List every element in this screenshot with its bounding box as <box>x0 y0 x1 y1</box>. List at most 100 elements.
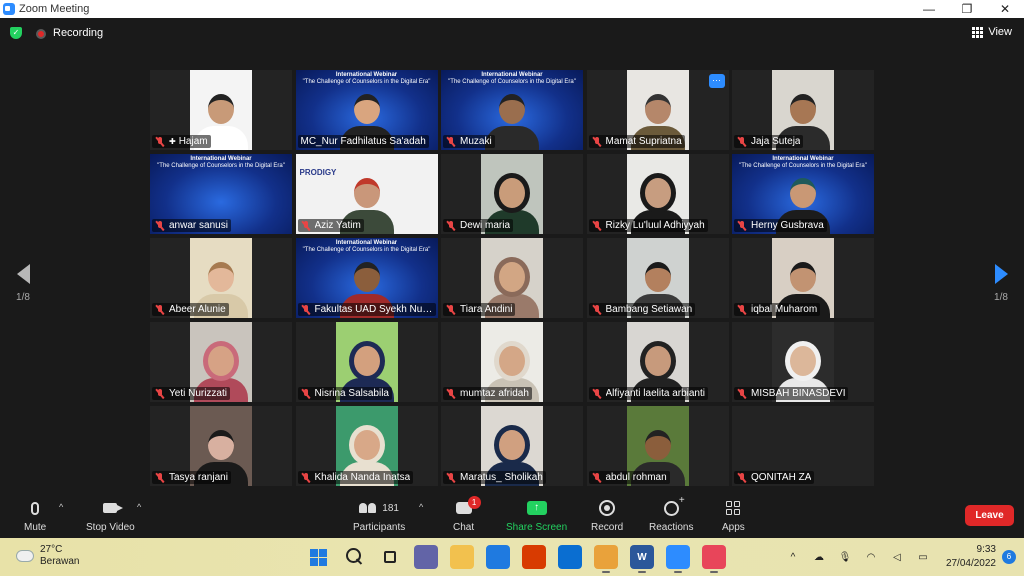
apps-grid-icon <box>726 501 741 515</box>
cloud-sync-icon[interactable]: ☁ <box>812 550 826 564</box>
system-tray: ^ ☁ 🎙 ◠ ◁ ▭ 9:33 27/04/2022 6 <box>780 538 1024 576</box>
microphone-muted-icon <box>592 220 602 231</box>
participant-tile[interactable]: QONITAH ZA <box>732 406 874 486</box>
participant-face <box>499 430 525 460</box>
participant-tile[interactable]: PRODIGY Aziz Yatim <box>295 154 438 234</box>
audio-options-chevron-icon[interactable]: ^ <box>59 502 63 512</box>
zoom-app[interactable] <box>666 545 690 573</box>
participant-name: MC_Nur Fadhilatus Sa'adah <box>300 136 426 147</box>
participant-tile[interactable]: Khalida Nanda Inatsa <box>295 406 438 486</box>
minimize-button[interactable]: — <box>910 0 948 18</box>
page-indicator-left: 1/8 <box>16 292 30 303</box>
chrome-app[interactable] <box>594 545 618 573</box>
webinar-subtitle: "The Challenge of Counselors in the Digi… <box>302 79 431 85</box>
security-app[interactable] <box>558 545 582 569</box>
participant-tile[interactable]: Nisrina Salsabila <box>295 322 438 402</box>
video-options-chevron-icon[interactable]: ^ <box>137 502 141 512</box>
chat-label: Chat <box>453 522 475 533</box>
microphone-muted-icon <box>737 304 747 315</box>
microphone-muted-icon <box>446 388 456 399</box>
participant-face <box>208 94 234 124</box>
snipping-tool[interactable] <box>702 545 726 573</box>
weather-widget[interactable]: 27°C Berawan <box>16 544 79 568</box>
participant-tile[interactable]: Maratus_ Sholikah <box>441 406 583 486</box>
participant-name: anwar sanusi <box>169 220 228 231</box>
maximize-button[interactable]: ❐ <box>948 0 986 18</box>
grid-icon <box>972 26 984 38</box>
participants-count: 181 <box>382 502 399 514</box>
participant-tile[interactable]: International Webinar "The Challenge of C… <box>150 154 292 234</box>
share-screen-button[interactable]: ↑ Share Screen <box>506 498 567 533</box>
microphone-muted-icon <box>592 472 602 483</box>
view-button[interactable]: View <box>972 26 1012 38</box>
meeting-toolbar: Mute ^ Stop Video ^ 181 Participants ^ 1… <box>0 492 1024 538</box>
participant-tile[interactable]: International Webinar "The Challenge of C… <box>295 70 438 150</box>
participant-tile[interactable]: Alfiyanti laelita arbianti <box>586 322 729 402</box>
microphone-muted-icon <box>301 304 311 315</box>
participant-tile[interactable]: International Webinar "The Challenge of C… <box>441 70 583 150</box>
weather-temperature: 27°C <box>40 544 63 555</box>
notification-badge[interactable]: 6 <box>1002 550 1016 564</box>
participant-tile[interactable]: MISBAH BINASDEVI <box>732 322 874 402</box>
participant-tile[interactable]: mumtaz afridah <box>441 322 583 402</box>
webinar-subtitle: "The Challenge of Counselors in the Digi… <box>739 163 867 169</box>
chat-button[interactable]: 1 Chat <box>453 496 481 533</box>
word-app[interactable]: W <box>630 545 654 573</box>
participants-button[interactable]: 181 Participants <box>353 498 405 534</box>
participant-tile[interactable]: Abeer Alunie <box>150 238 292 318</box>
participant-tile[interactable]: ··· Mamat Supriatna <box>586 70 729 150</box>
participant-tile[interactable]: Rizky Lu'luul Adhiyyah <box>586 154 729 234</box>
apps-button[interactable]: Apps <box>722 498 745 533</box>
participant-tile[interactable]: Jaja Suteja <box>732 70 874 150</box>
participant-face <box>499 262 525 292</box>
leave-button[interactable]: Leave <box>965 505 1014 526</box>
participant-name: mumtaz afridah <box>460 388 529 399</box>
participant-name: Nisrina Salsabila <box>314 388 389 399</box>
participant-tile[interactable]: International Webinar "The Challenge of C… <box>732 154 874 234</box>
participant-tile[interactable]: Bambang Setiawan <box>586 238 729 318</box>
record-button[interactable]: Record <box>591 498 623 533</box>
wifi-icon[interactable]: ◠ <box>864 550 878 564</box>
reactions-button[interactable]: Reactions <box>649 495 693 534</box>
microphone-muted-icon <box>592 136 602 147</box>
microphone-tray-icon[interactable]: 🎙 <box>838 550 852 564</box>
participant-tile[interactable]: Tasya ranjani <box>150 406 292 486</box>
search-button[interactable] <box>342 545 366 569</box>
apps-label: Apps <box>722 522 745 533</box>
zoom-window: Zoom Meeting — ❐ ✕ ✓ Recording View 1/8 … <box>0 0 1024 576</box>
participant-face <box>499 346 525 376</box>
participant-tile[interactable]: iqbal Muharom <box>732 238 874 318</box>
task-view-button[interactable] <box>378 545 402 569</box>
chat-app[interactable] <box>414 545 438 569</box>
participant-name: Khalida Nanda Inatsa <box>314 472 411 483</box>
battery-icon[interactable]: ▭ <box>916 550 930 564</box>
participant-tile[interactable]: Dewi maria <box>441 154 583 234</box>
office-app[interactable] <box>522 545 546 569</box>
share-screen-label: Share Screen <box>506 522 568 533</box>
previous-page-button[interactable]: 1/8 <box>8 264 38 303</box>
clock[interactable]: 9:33 27/04/2022 <box>946 543 996 571</box>
participants-options-chevron-icon[interactable]: ^ <box>419 502 423 512</box>
participant-name: Rizky Lu'luul Adhiyyah <box>605 220 705 231</box>
chevron-up-icon[interactable]: ^ <box>786 550 800 564</box>
stop-video-button[interactable]: Stop Video <box>86 498 135 533</box>
participant-tile[interactable]: ✚ Hajam <box>150 70 292 150</box>
close-button[interactable]: ✕ <box>986 0 1024 18</box>
windows-taskbar: 27°C Berawan W ^ ☁ 🎙 ◠ ◁ ▭ 9:33 27/04/20… <box>0 538 1024 576</box>
participant-face <box>644 94 671 124</box>
participant-face <box>790 94 816 124</box>
start-button[interactable] <box>306 545 330 569</box>
participant-tile[interactable]: abdul rohman <box>586 406 729 486</box>
more-options-icon[interactable]: ··· <box>708 74 725 88</box>
mail-app[interactable] <box>486 545 510 569</box>
participant-tile[interactable]: Tiara Andini <box>441 238 583 318</box>
participant-tile[interactable]: International Webinar "The Challenge of C… <box>295 238 438 318</box>
security-shield-icon[interactable]: ✓ <box>10 27 22 39</box>
volume-icon[interactable]: ◁ <box>890 550 904 564</box>
recording-label[interactable]: Recording <box>53 27 103 39</box>
mute-button[interactable]: Mute <box>24 498 46 533</box>
file-explorer[interactable] <box>450 545 474 569</box>
participant-tile[interactable]: Yeti Nurizzati <box>150 322 292 402</box>
meeting-top-bar: ✓ Recording View <box>0 18 1024 48</box>
next-page-button[interactable]: 1/8 <box>986 264 1016 303</box>
